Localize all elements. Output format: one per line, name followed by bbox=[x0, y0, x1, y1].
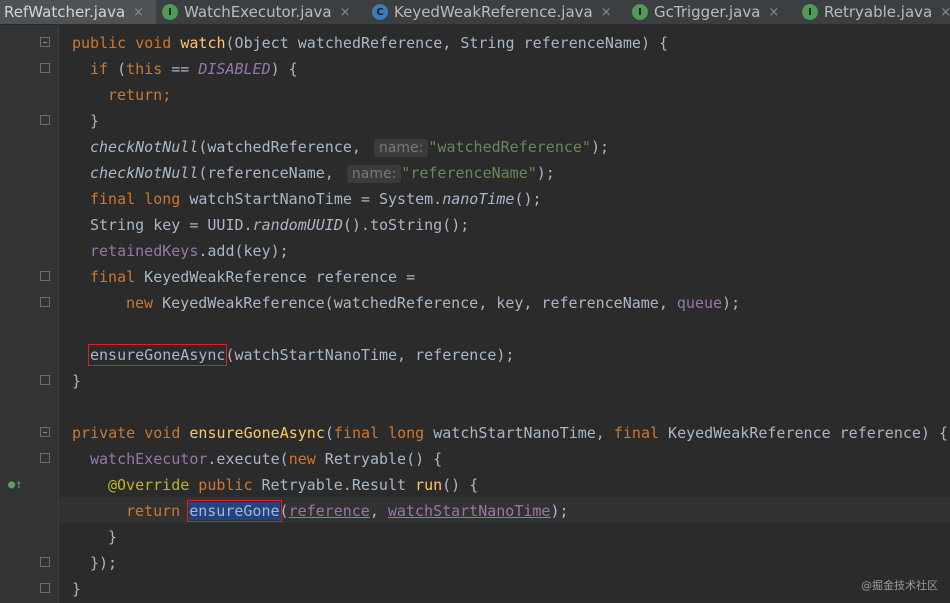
code-line: return ensureGone(reference, watchStartN… bbox=[126, 500, 569, 522]
watermark: @掘金技术社区 bbox=[861, 579, 938, 592]
fold-icon[interactable] bbox=[40, 557, 50, 567]
close-icon[interactable]: × bbox=[940, 5, 950, 20]
close-icon[interactable]: × bbox=[133, 5, 144, 20]
code-line: watchExecutor.execute(new Retryable() { bbox=[90, 450, 443, 468]
fold-icon[interactable] bbox=[40, 63, 50, 73]
tab-retryable[interactable]: I Retryable.java × bbox=[802, 0, 950, 24]
parameter-hint: name: bbox=[346, 165, 402, 183]
fold-icon[interactable] bbox=[40, 375, 50, 385]
code-line: } bbox=[72, 372, 82, 390]
close-icon[interactable]: × bbox=[601, 5, 612, 20]
tab-gctrigger[interactable]: I GcTrigger.java × bbox=[632, 0, 792, 24]
code-line: checkNotNull(watchedReference, name: "wat… bbox=[90, 138, 610, 157]
code-line: checkNotNull(referenceName, name: "refere… bbox=[90, 164, 555, 183]
code-line: } bbox=[90, 112, 100, 130]
tab-watchexecutor[interactable]: I WatchExecutor.java × bbox=[162, 0, 360, 24]
code-line: String key = UUID.randomUUID().toString(… bbox=[90, 216, 470, 234]
tab-label: GcTrigger.java bbox=[654, 3, 761, 21]
code-editor[interactable]: ●↑ public void watch(Object watchedRefer… bbox=[0, 25, 950, 603]
fold-icon[interactable] bbox=[40, 115, 50, 125]
fold-icon[interactable] bbox=[40, 297, 50, 307]
editor-tab-bar: RefWatcher.java × I WatchExecutor.java ×… bbox=[0, 0, 950, 25]
fold-icon[interactable] bbox=[40, 271, 50, 281]
override-marker-icon[interactable]: ●↑ bbox=[8, 477, 22, 491]
interface-icon: I bbox=[802, 4, 818, 20]
parameter-hint: name: bbox=[373, 139, 429, 157]
tab-label: WatchExecutor.java bbox=[184, 3, 332, 21]
selected-call[interactable]: ensureGone bbox=[187, 500, 282, 522]
interface-icon: I bbox=[632, 4, 648, 20]
close-icon[interactable]: × bbox=[340, 5, 351, 20]
highlighted-call[interactable]: ensureGoneAsync bbox=[87, 344, 228, 366]
tab-label: RefWatcher.java bbox=[4, 3, 126, 21]
code-line: @Override public Retryable.Result run() … bbox=[108, 476, 479, 494]
class-icon: C bbox=[372, 4, 388, 20]
tab-keyedweakreference[interactable]: C KeyedWeakReference.java × bbox=[372, 0, 622, 24]
interface-icon: I bbox=[162, 4, 178, 20]
tab-label: Retryable.java bbox=[824, 3, 933, 21]
code-line: public void watch(Object watchedReferenc… bbox=[72, 34, 669, 52]
code-line: } bbox=[72, 580, 82, 598]
code-line: if (this == DISABLED) { bbox=[90, 60, 298, 78]
close-icon[interactable]: × bbox=[768, 5, 779, 20]
code-line: final long watchStartNanoTime = System.n… bbox=[90, 190, 542, 208]
code-line: return; bbox=[108, 86, 172, 104]
code-line: new KeyedWeakReference(watchedReference,… bbox=[126, 294, 741, 312]
code-line: } bbox=[108, 528, 118, 546]
code-line: retainedKeys.add(key); bbox=[90, 242, 289, 260]
code-line: final KeyedWeakReference reference = bbox=[90, 268, 416, 286]
fold-icon[interactable] bbox=[40, 583, 50, 593]
code-line: }); bbox=[90, 554, 118, 572]
fold-icon[interactable] bbox=[40, 37, 50, 47]
tab-label: KeyedWeakReference.java bbox=[394, 3, 593, 21]
code-line: private void ensureGoneAsync(final long … bbox=[72, 424, 949, 442]
tab-refwatcher[interactable]: RefWatcher.java × bbox=[0, 0, 156, 24]
code-line: ensureGoneAsync(watchStartNanoTime, refe… bbox=[87, 344, 515, 366]
fold-icon[interactable] bbox=[40, 453, 50, 463]
editor-gutter bbox=[0, 25, 59, 603]
fold-icon[interactable] bbox=[40, 427, 50, 437]
